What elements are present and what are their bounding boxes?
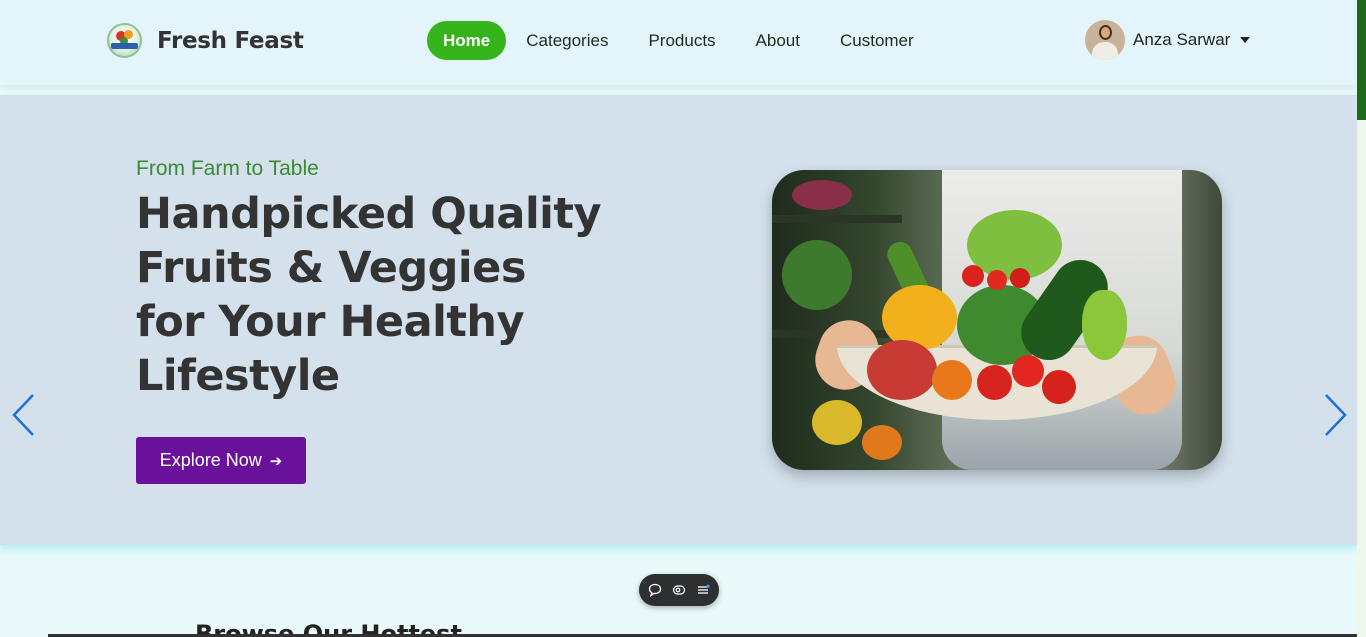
chevron-left-icon[interactable] bbox=[11, 393, 37, 437]
hero-carousel: From Farm to Table Handpicked Quality Fr… bbox=[0, 95, 1357, 545]
chevron-right-icon[interactable] bbox=[1322, 393, 1348, 437]
user-menu[interactable]: Anza Sarwar bbox=[1085, 20, 1251, 60]
hero-headline-line: Handpicked Quality bbox=[136, 189, 602, 239]
brand[interactable]: Fresh Feast bbox=[107, 23, 304, 58]
nav-item-categories[interactable]: Categories bbox=[506, 21, 628, 60]
brand-name: Fresh Feast bbox=[157, 27, 304, 54]
nav-item-products[interactable]: Products bbox=[628, 21, 735, 60]
comment-icon[interactable] bbox=[647, 582, 663, 598]
nav-item-customer[interactable]: Customer bbox=[820, 21, 934, 60]
nav-item-about[interactable]: About bbox=[736, 21, 820, 60]
page-scrollbar[interactable] bbox=[1357, 0, 1366, 637]
logo-icon bbox=[107, 23, 142, 58]
main-nav: Home Categories Products About Customer bbox=[427, 21, 934, 60]
floating-toolbar bbox=[639, 574, 719, 606]
site-header: Fresh Feast Home Categories Products Abo… bbox=[0, 0, 1357, 85]
arrow-right-icon: ➔ bbox=[269, 452, 283, 470]
avatar bbox=[1085, 20, 1125, 60]
nav-item-home[interactable]: Home bbox=[427, 21, 507, 60]
hero-headline: Handpicked Quality Fruits & Veggies for … bbox=[136, 187, 696, 403]
hero-headline-line: Fruits & Veggies bbox=[136, 243, 526, 293]
menu-icon[interactable] bbox=[695, 582, 711, 598]
user-name: Anza Sarwar bbox=[1133, 30, 1231, 49]
scrollbar-thumb[interactable] bbox=[1357, 0, 1366, 120]
hero-image bbox=[772, 170, 1222, 470]
explore-now-button[interactable]: Explore Now ➔ bbox=[136, 437, 306, 484]
hero-tagline: From Farm to Table bbox=[136, 157, 319, 180]
explore-now-label: Explore Now bbox=[159, 450, 262, 470]
chevron-down-icon bbox=[1240, 37, 1251, 43]
hero-headline-line: for Your Healthy bbox=[136, 297, 525, 347]
eye-icon[interactable] bbox=[671, 582, 687, 598]
hero-headline-line: Lifestyle bbox=[136, 351, 340, 401]
